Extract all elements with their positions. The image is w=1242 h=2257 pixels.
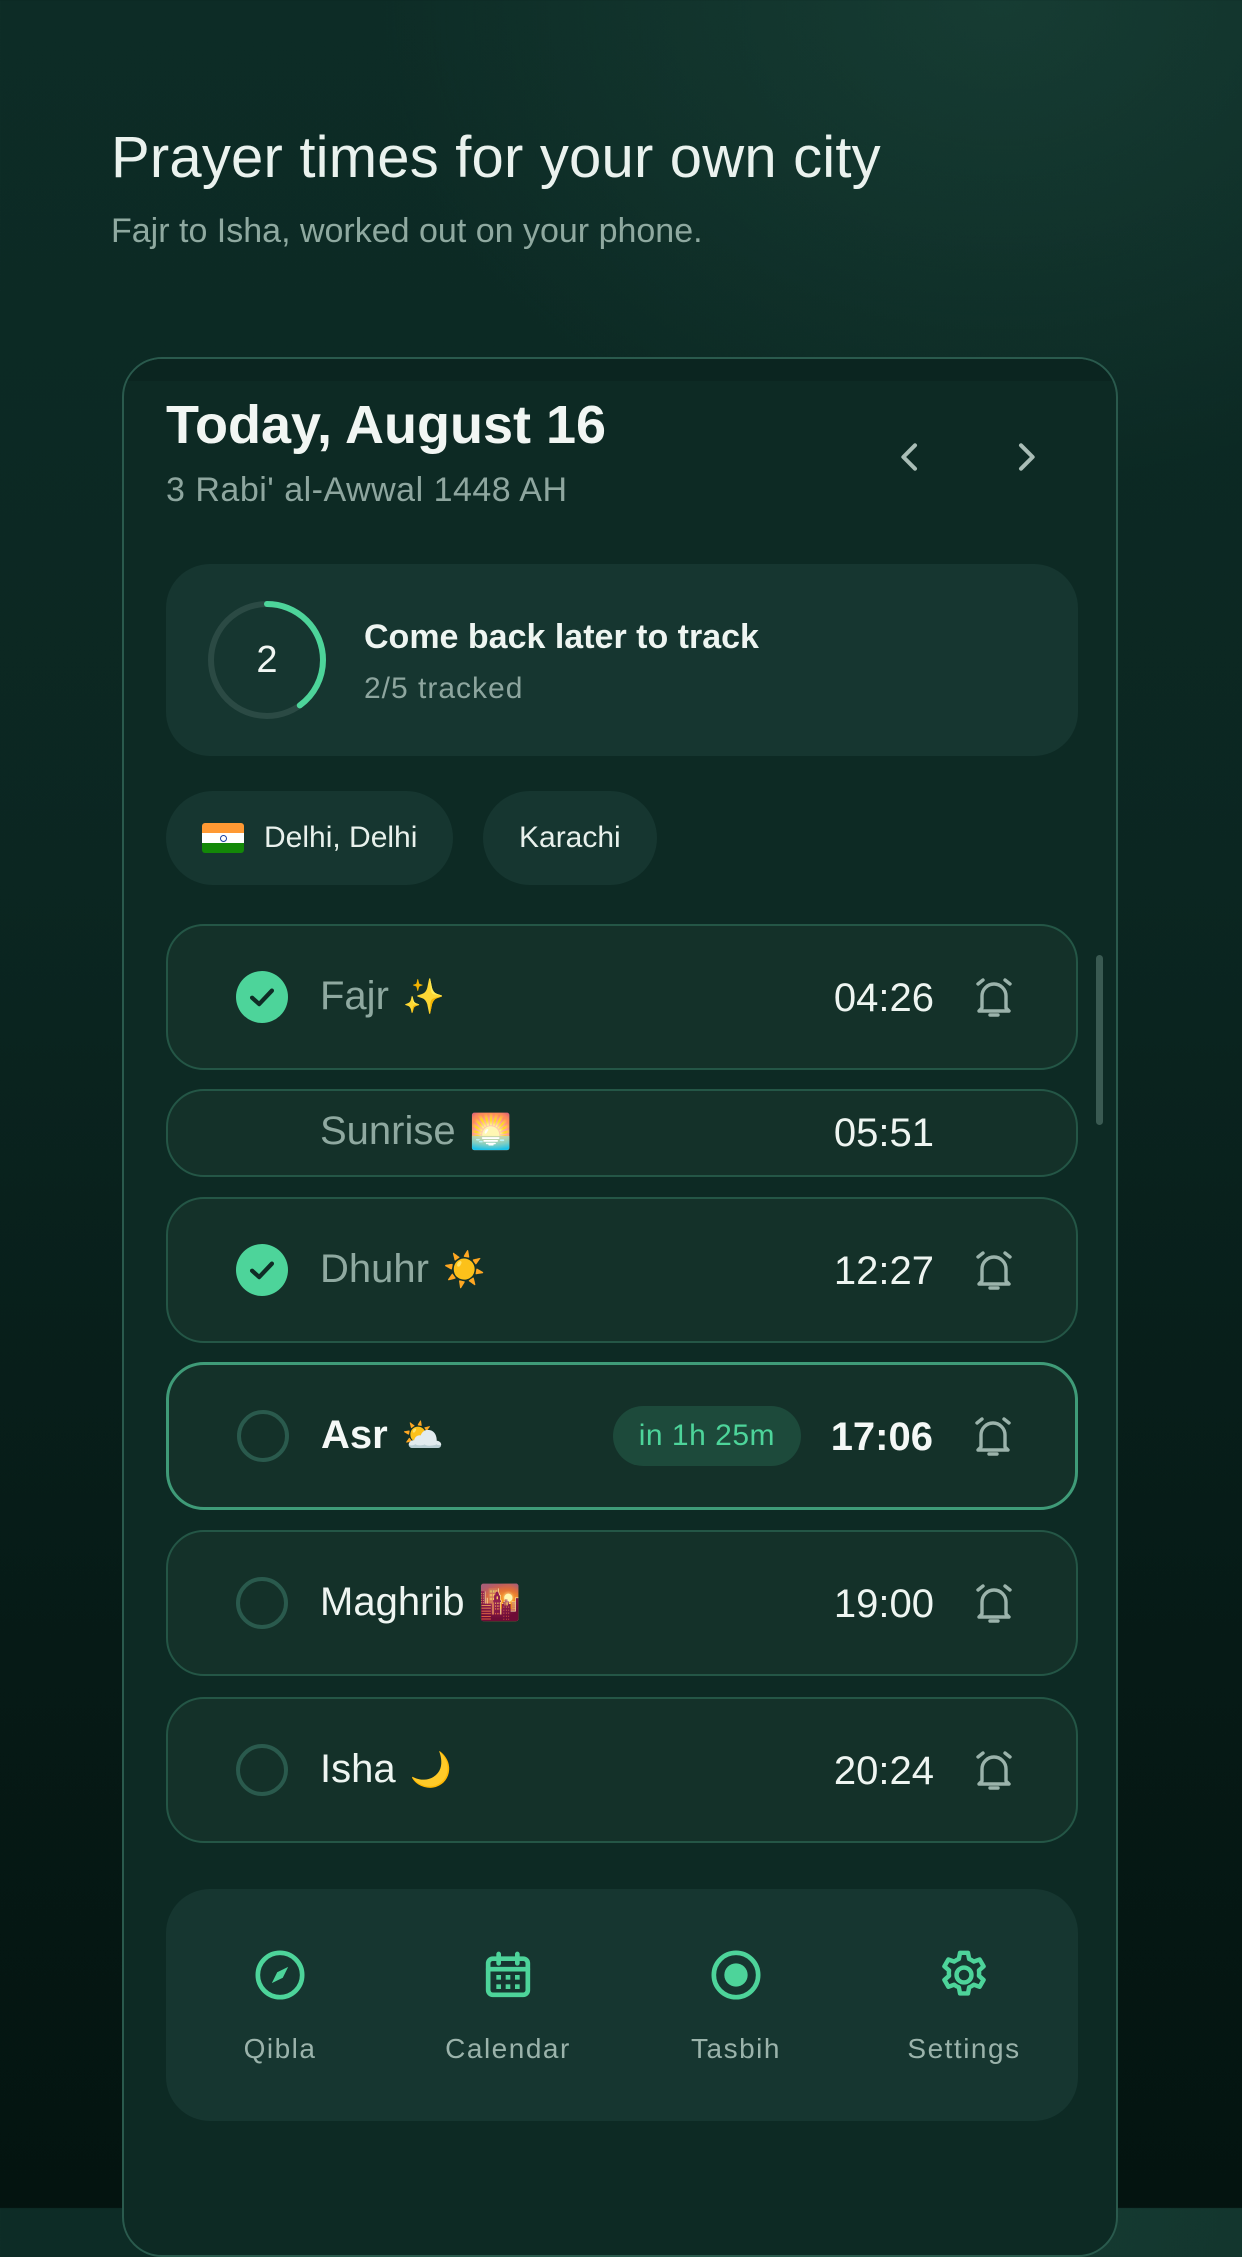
countdown-badge: in 1h 25m: [612, 1406, 801, 1466]
prayer-name: Isha 🌙: [320, 1747, 452, 1791]
location-chip-delhi[interactable]: Delhi, Delhi: [166, 791, 454, 885]
prayer-time: 20:24: [833, 1749, 934, 1793]
alarm-bell-icon[interactable]: [970, 1747, 1018, 1795]
sun-icon: ☀️: [442, 1250, 486, 1289]
nav-item-calendar[interactable]: Calendar: [394, 1889, 622, 2121]
chevron-right-icon: [1019, 443, 1035, 471]
location-chip-label: Delhi, Delhi: [264, 821, 418, 854]
prayer-row-asr[interactable]: Asr ⛅ in 1h 25m 17:06: [166, 1362, 1078, 1510]
prayer-name: Maghrib 🌇: [320, 1580, 521, 1624]
prayer-name: Sunrise 🌅: [320, 1109, 512, 1153]
nav-label: Tasbih: [691, 2033, 781, 2064]
prayer-row-fajr[interactable]: Fajr ✨ 04:26: [166, 924, 1078, 1070]
prayer-row-isha[interactable]: Isha 🌙 20:24: [166, 1697, 1078, 1843]
prayer-time: 05:51: [833, 1111, 934, 1155]
partly-cloudy-icon: ⛅: [401, 1416, 445, 1455]
prayer-name: Dhuhr ☀️: [320, 1247, 486, 1291]
nav-item-settings[interactable]: Settings: [850, 1889, 1078, 2121]
prayer-row-dhuhr[interactable]: Dhuhr ☀️ 12:27: [166, 1197, 1078, 1343]
prayer-name: Asr ⛅: [321, 1413, 445, 1457]
gear-icon: [942, 1950, 986, 1996]
hijri-date: 3 Rabi' al-Awwal 1448 AH: [166, 471, 568, 509]
checkmark-icon[interactable]: [236, 1244, 288, 1296]
sunrise-icon: 🌅: [469, 1112, 512, 1151]
unchecked-circle-icon[interactable]: [236, 1577, 288, 1629]
tracking-card[interactable]: 2 Come back later to track 2/5 tracked: [166, 564, 1078, 756]
nav-item-qibla[interactable]: Qibla: [166, 1889, 394, 2121]
india-flag-icon: [202, 823, 244, 853]
chevron-left-icon: [901, 443, 917, 471]
unchecked-circle-icon[interactable]: [236, 1744, 288, 1796]
next-day-button[interactable]: [996, 427, 1056, 487]
page-subheadline: Fajr to Isha, worked out on your phone.: [111, 212, 703, 250]
location-chip-label: Karachi: [519, 821, 621, 854]
sparkles-icon: ✨: [402, 977, 446, 1016]
alarm-bell-icon[interactable]: [970, 1247, 1018, 1295]
nav-item-tasbih[interactable]: Tasbih: [622, 1889, 850, 2121]
crescent-moon-icon: 🌙: [409, 1750, 452, 1789]
prayer-time: 17:06: [830, 1415, 933, 1459]
prayer-time: 19:00: [833, 1582, 934, 1626]
prayer-row-maghrib[interactable]: Maghrib 🌇 19:00: [166, 1530, 1078, 1676]
prayer-name: Fajr ✨: [320, 974, 446, 1018]
tracking-subtitle: 2/5 tracked: [364, 672, 524, 705]
alarm-bell-icon[interactable]: [970, 974, 1018, 1022]
calendar-icon: [485, 1951, 531, 1998]
page-headline: Prayer times for your own city: [111, 125, 881, 190]
previous-day-button[interactable]: [880, 427, 940, 487]
tracking-title: Come back later to track: [364, 618, 759, 656]
prayer-row-sunrise: Sunrise 🌅 05:51: [166, 1089, 1078, 1177]
checkmark-icon[interactable]: [236, 971, 288, 1023]
unchecked-circle-icon[interactable]: [237, 1410, 289, 1462]
status-strip: [124, 359, 1116, 381]
nav-label: Qibla: [243, 2033, 317, 2064]
location-chip-karachi[interactable]: Karachi: [483, 791, 657, 885]
sunset-city-icon: 🌇: [478, 1583, 521, 1622]
tracked-count: 2: [256, 638, 278, 681]
date-title: Today, August 16: [166, 395, 607, 455]
nav-label: Calendar: [445, 2033, 571, 2064]
bottom-nav: Qibla Calendar Tasbih Settings: [166, 1889, 1078, 2121]
compass-icon: [255, 1950, 305, 2000]
nav-label: Settings: [907, 2033, 1021, 2064]
tasbih-icon: [711, 1950, 761, 2000]
prayer-time: 04:26: [833, 976, 934, 1020]
phone-screen: Today, August 16 3 Rabi' al-Awwal 1448 A…: [122, 357, 1118, 2257]
alarm-bell-icon[interactable]: [969, 1413, 1017, 1461]
alarm-bell-icon[interactable]: [970, 1580, 1018, 1628]
list-scrollbar[interactable]: [1096, 955, 1103, 1125]
prayer-time: 12:27: [833, 1249, 934, 1293]
